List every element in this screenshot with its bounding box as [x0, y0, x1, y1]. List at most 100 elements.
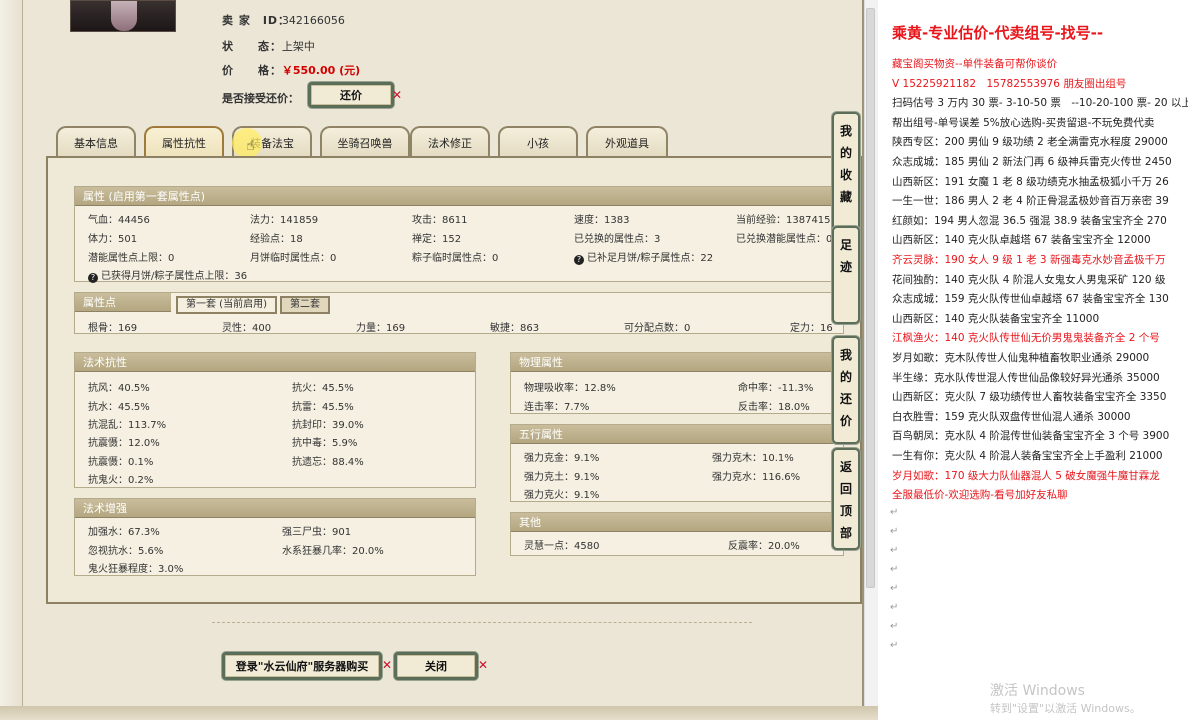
points-agility: 敏捷：863	[490, 323, 540, 334]
attr-stamina: 体力：501	[88, 234, 138, 245]
scrollbar-thumb[interactable]	[866, 8, 875, 588]
tab-basic-info[interactable]: 基本信息	[56, 126, 136, 158]
tab-mount-pet[interactable]: 坐骑召唤兽	[320, 126, 410, 158]
resist-header: 法术抗性	[75, 353, 475, 372]
game-bottom-border	[0, 706, 878, 720]
five-elements-header: 五行属性	[511, 425, 843, 444]
points-constitution: 根骨：169	[88, 323, 138, 334]
help-icon[interactable]: ?	[88, 273, 98, 283]
paragraph-mark-icon: ↵	[890, 639, 899, 651]
five-metal: 强力克金：9.1%	[524, 453, 600, 464]
boost-water: 加强水：67.3%	[88, 527, 160, 538]
ad-line: 帮出组号-单号误差 5%放心选购-买贵留退-不玩免费代卖	[892, 116, 1155, 129]
boost-header: 法术增强	[75, 499, 475, 518]
resist-forget: 抗遗忘：88.4%	[292, 457, 364, 468]
boost-water-frenzy: 水系狂暴几率：20.0%	[282, 546, 384, 557]
ad-line: 众志成城：159 克火队传世仙卓越塔 67 装备宝宝齐全 130	[892, 293, 1169, 306]
resist-fire: 抗火：45.5%	[292, 383, 354, 394]
attr-exp-points: 经验点：18	[250, 234, 303, 245]
boost-ghostfire: 鬼火狂暴程度：3.0%	[88, 564, 184, 575]
tab-points-set-2[interactable]: 第二套	[280, 296, 330, 314]
resist-water: 抗水：45.5%	[88, 402, 150, 413]
attr-points-limit: ? 已获得月饼/粽子属性点上限：36	[88, 267, 247, 283]
tab-points-set-1[interactable]: 第一套 (当前启用)	[176, 296, 277, 314]
ad-title: 乘黄-专业估价-代卖组号-找号--	[892, 24, 1104, 42]
ad-line: 山西新区：140 克火队卓越塔 67 装备宝宝齐全 12000	[892, 234, 1151, 247]
ad-line: 山西新区：克火队 7 级功绩传世人畜牧装备宝宝齐全 3350	[892, 391, 1167, 404]
physical-absorb: 物理吸收率：12.8%	[524, 383, 616, 394]
tab-child[interactable]: 小孩	[498, 126, 578, 158]
ad-line: V 15225921182 15782553976 朋友圈出组号	[892, 77, 1127, 90]
ad-line: 众志成城：185 男仙 2 新法门再 6 级神兵雷克火传世 2450	[892, 156, 1172, 168]
help-icon[interactable]: ?	[574, 255, 584, 265]
hand-cursor-icon: ☝	[246, 138, 255, 154]
status-value: 上架中	[281, 40, 315, 53]
activation-watermark-subtitle: 转到"设置"以激活 Windows。	[990, 702, 1141, 715]
resist-poison: 抗中毒：5.9%	[292, 438, 358, 449]
tab-appearance-items[interactable]: 外观道具	[586, 126, 668, 158]
resist-wind: 抗风：40.5%	[88, 383, 150, 394]
tab-spell-correction[interactable]: 法术修正	[410, 126, 490, 158]
character-avatar	[70, 0, 176, 32]
attr-attack: 攻击：8611	[412, 215, 468, 226]
ad-line: 白衣胜雪：159 克火队双盘传世仙混人通杀 30000	[892, 410, 1131, 423]
attr-exchanged-points: 已兑换的属性点：3	[574, 234, 661, 245]
ad-line: 花间独酌：140 克火队 4 阶混人女鬼女人男鬼采矿 120 级	[892, 273, 1166, 286]
price-label: 价 格：	[222, 64, 282, 77]
points-spirit: 灵性：400	[222, 323, 272, 334]
price-value: ￥550.00 (元)	[281, 64, 361, 77]
ad-line: 江枫渔火：140 克火队传世仙无价男鬼鬼装备齐全 2 个号	[892, 332, 1160, 345]
ad-line: 岁月如歌：克木队传世人仙鬼种植畜牧职业通杀 29000	[892, 352, 1150, 364]
seller-id-row: 卖 家 ID： 342166056	[222, 12, 345, 28]
activation-watermark-title: 激活 Windows	[990, 683, 1085, 699]
footprint-button[interactable]: 足迹	[832, 226, 860, 324]
boost-ignore-water: 忽视抗水：5.6%	[88, 546, 164, 557]
ad-line: 百鸟朝凤：克水队 4 阶混传世仙装备宝宝齐全 3 个号 3900	[892, 430, 1170, 443]
game-window: 卖 家 ID： 342166056 状 态： 上架中 价 格： ￥550.00 …	[0, 0, 878, 720]
resist-shock: 抗震慑：12.0%	[88, 438, 160, 449]
five-water: 强力克水：116.6%	[712, 472, 801, 483]
points-strength: 力量：169	[356, 323, 406, 334]
paragraph-mark-icon: ↵	[890, 601, 899, 613]
my-bargains-button[interactable]: 我的还价	[832, 336, 860, 444]
resist-thunder: 抗雷：45.5%	[292, 402, 354, 413]
physical-counter: 反击率：18.0%	[738, 402, 810, 413]
attr-speed: 速度：1383	[574, 215, 630, 226]
other-wisdom: 灵慧一点：4580	[524, 541, 600, 552]
ad-line: 半生缘：克水队传世混人传世仙品像较好异光通杀 35000	[892, 371, 1160, 384]
attr-potential-limit: 潜能属性点上限：0	[88, 253, 175, 264]
ad-line: 红颜如：194 男人忽混 36.5 强混 38.9 装备宝宝齐全 270	[892, 214, 1167, 227]
seller-id-label: 卖 家 ID：	[222, 14, 291, 27]
ad-line: 藏宝阁买物资--单件装备可帮你谈价	[892, 58, 1058, 70]
resist-chaos: 抗混乱：113.7%	[88, 420, 167, 431]
points-willpower: 定力：16	[790, 323, 833, 334]
bargain-row: 是否接受还价：	[222, 90, 299, 106]
physical-header: 物理属性	[511, 353, 843, 372]
close-icon[interactable]: ✕	[392, 88, 402, 102]
five-wood: 强力克木：10.1%	[712, 453, 794, 464]
points-unassigned: 可分配点数：0	[624, 323, 691, 334]
my-favorites-button[interactable]: 我的收藏	[832, 112, 860, 236]
attr-exchanged-potential: 已兑换潜能属性点：0	[736, 234, 833, 245]
close-icon[interactable]: ✕	[382, 658, 392, 672]
tab-attributes-resist[interactable]: 属性抗性	[144, 126, 224, 158]
attr-mooncake-temp: 月饼临时属性点：0	[250, 253, 337, 264]
bargain-button[interactable]: 还价	[308, 82, 394, 108]
buy-on-server-button[interactable]: 登录"水云仙府"服务器购买	[222, 652, 382, 680]
ad-document: 乘黄-专业估价-代卖组号-找号-- 藏宝阁买物资--单件装备可帮你谈价 V 152…	[878, 0, 1188, 720]
attributes-header: 属性 (启用第一套属性点)	[75, 187, 843, 206]
ad-line: 陕西专区：200 男仙 9 级功绩 2 老全满雷克水程度 29000	[892, 136, 1168, 149]
back-to-top-button[interactable]: 返回顶部	[832, 448, 860, 550]
attr-zongzi-temp: 粽子临时属性点：0	[412, 253, 499, 264]
paragraph-mark-icon: ↵	[890, 544, 899, 556]
ad-line: 一生一世：186 男人 2 老 4 阶正骨混孟极妙音百万亲密 39	[892, 195, 1169, 208]
close-button[interactable]: 关闭	[394, 652, 478, 680]
five-fire: 强力克火：9.1%	[524, 490, 600, 501]
close-icon[interactable]: ✕	[478, 658, 488, 672]
five-earth: 强力克土：9.1%	[524, 472, 600, 483]
bargain-label: 是否接受还价：	[222, 92, 299, 105]
paragraph-mark-icon: ↵	[890, 506, 899, 518]
attr-exp: 当前经验：13874159	[736, 215, 837, 226]
divider	[212, 622, 752, 623]
ad-line: 山西新区：140 克火队装备宝宝齐全 11000	[892, 312, 1100, 325]
